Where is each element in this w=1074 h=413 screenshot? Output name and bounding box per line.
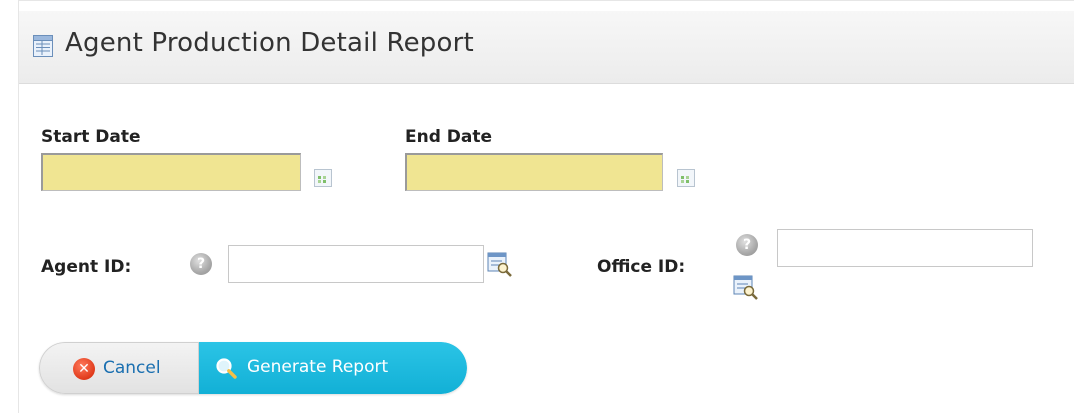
generate-report-button[interactable]: Generate Report xyxy=(199,342,467,394)
office-id-label: Office ID: xyxy=(597,257,686,277)
start-date-label: Start Date xyxy=(41,127,141,147)
end-date-calendar-icon[interactable] xyxy=(677,169,695,187)
cancel-button[interactable]: ✕ Cancel xyxy=(39,342,199,394)
end-date-label: End Date xyxy=(405,127,493,147)
cancel-button-label: Cancel xyxy=(103,358,161,378)
agent-id-label: Agent ID: xyxy=(41,257,132,277)
page-title: Agent Production Detail Report xyxy=(65,28,474,58)
start-date-calendar-icon[interactable] xyxy=(314,169,332,187)
report-panel: Agent Production Detail Report Start Dat… xyxy=(18,0,1074,413)
cancel-x-icon: ✕ xyxy=(73,358,95,380)
generate-report-button-label: Generate Report xyxy=(247,357,389,377)
agent-id-lookup-icon[interactable] xyxy=(487,252,513,278)
panel-header: Agent Production Detail Report xyxy=(19,11,1074,84)
report-icon xyxy=(33,35,53,57)
office-id-help-icon[interactable]: ? xyxy=(736,234,758,256)
action-button-group: ✕ Cancel Generate Report xyxy=(39,342,467,394)
magnifier-icon xyxy=(216,358,237,379)
office-id-input[interactable] xyxy=(777,229,1033,267)
agent-id-help-icon[interactable]: ? xyxy=(190,253,212,275)
end-date-input[interactable] xyxy=(405,153,663,191)
start-date-input[interactable] xyxy=(41,153,301,191)
agent-id-input[interactable] xyxy=(228,245,484,283)
office-id-lookup-icon[interactable] xyxy=(733,275,759,301)
